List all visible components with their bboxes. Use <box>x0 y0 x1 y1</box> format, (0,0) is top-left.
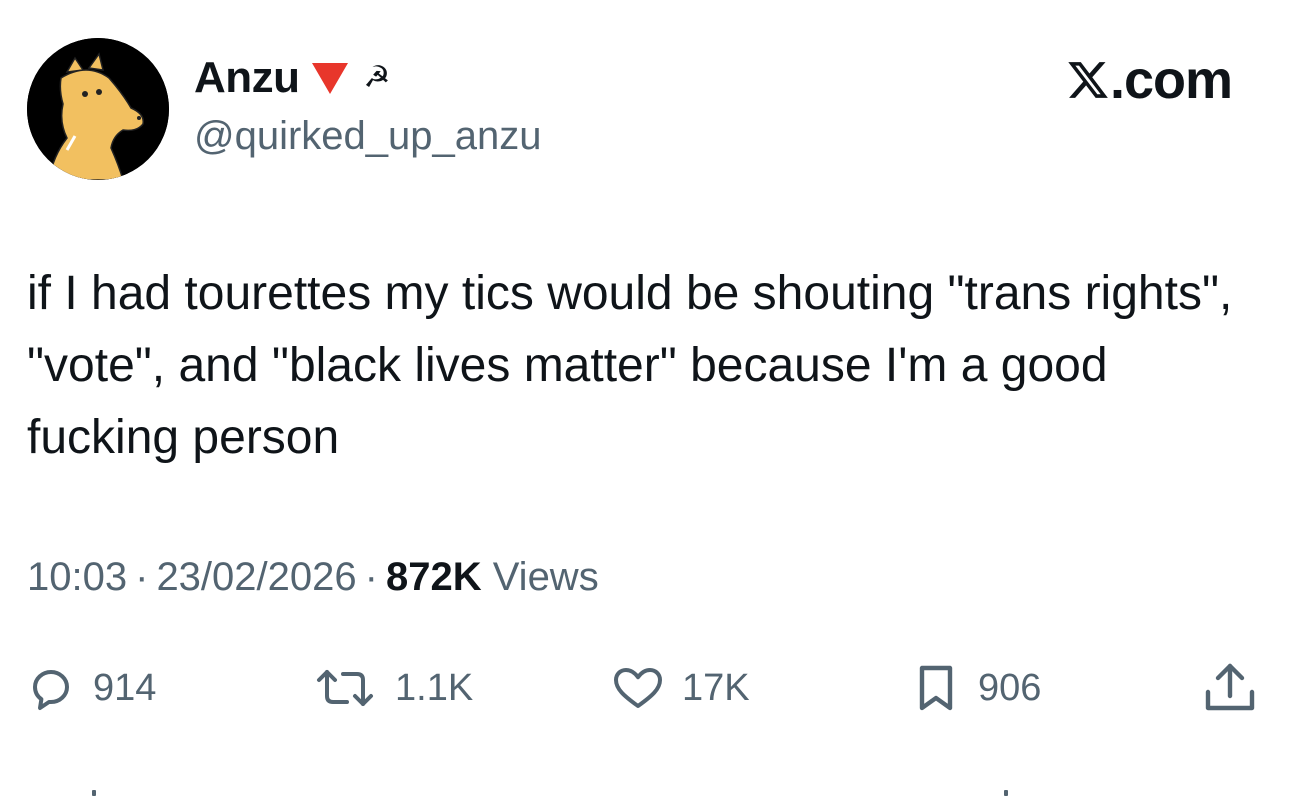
bookmark-button[interactable]: 906 <box>912 652 1041 724</box>
cutoff-fragment <box>1004 790 1008 796</box>
reply-count: 914 <box>93 666 157 709</box>
share-upload-icon <box>1200 660 1260 716</box>
cutoff-fragment <box>92 790 96 796</box>
tweet-time[interactable]: 10:03 <box>27 555 127 599</box>
meta-separator: · <box>364 555 378 599</box>
repost-icon <box>313 664 377 712</box>
display-name[interactable]: Anzu <box>194 53 300 103</box>
repost-button[interactable]: 1.1K <box>313 652 473 724</box>
tweet-text: if I had tourettes my tics would be shou… <box>27 267 1246 464</box>
user-handle[interactable]: @quirked_up_anzu <box>194 114 542 159</box>
meta-separator: · <box>135 555 149 599</box>
action-bar: 914 1.1K 17K 906 <box>0 652 1290 724</box>
tweet-date[interactable]: 23/02/2026 <box>156 555 356 599</box>
brand-domain: .com <box>1109 50 1233 110</box>
bookmark-count: 906 <box>978 666 1042 709</box>
author-name-row: Anzu ☭ <box>194 52 390 104</box>
brand-logo: .com <box>1066 50 1233 110</box>
rat-character-avatar-icon <box>27 38 169 180</box>
bookmark-icon <box>912 662 960 714</box>
reply-button[interactable]: 914 <box>27 652 156 724</box>
avatar[interactable] <box>27 38 169 180</box>
hammer-sickle-icon: ☭ <box>363 60 391 95</box>
heart-icon <box>612 664 664 712</box>
x-logo-icon <box>1066 58 1110 102</box>
reply-bubble-icon <box>27 664 75 712</box>
repost-count: 1.1K <box>395 666 474 709</box>
red-triangle-down-icon <box>310 60 350 96</box>
views-count: 872K <box>385 555 482 599</box>
tweet-meta: 10:03 · 23/02/2026 · 872K Views <box>27 555 599 600</box>
like-count: 17K <box>682 666 750 709</box>
like-button[interactable]: 17K <box>612 652 750 724</box>
share-button[interactable] <box>1200 652 1260 724</box>
views-label: Views <box>492 555 599 599</box>
